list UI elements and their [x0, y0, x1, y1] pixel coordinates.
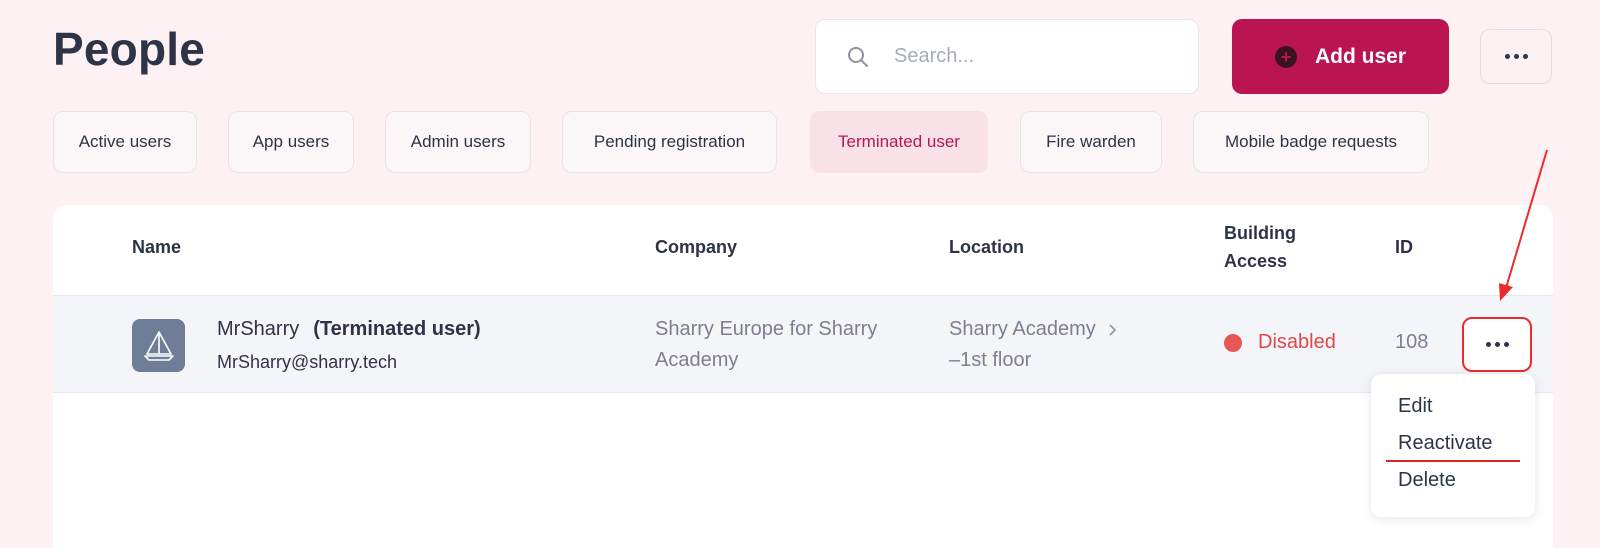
- search-box[interactable]: [815, 19, 1199, 94]
- tab-active-users[interactable]: Active users: [53, 111, 197, 173]
- user-status-tag: (Terminated user): [313, 318, 481, 340]
- company-line1: Sharry Europe for Sharry: [655, 318, 878, 340]
- menu-item-delete[interactable]: Delete: [1398, 469, 1456, 492]
- tab-pending-registration[interactable]: Pending registration: [562, 111, 777, 173]
- user-name-cell: MrSharry (Terminated user): [217, 318, 481, 341]
- table-row[interactable]: MrSharry (Terminated user) MrSharry@sharr…: [53, 295, 1553, 393]
- menu-item-reactivate[interactable]: Reactivate: [1398, 432, 1493, 455]
- more-options-button[interactable]: [1480, 29, 1552, 84]
- menu-item-edit[interactable]: Edit: [1398, 395, 1432, 418]
- company-line2: Academy: [655, 349, 739, 371]
- reactivate-highlight-underline: [1386, 460, 1520, 462]
- tab-admin-users[interactable]: Admin users: [385, 111, 531, 173]
- avatar: [132, 319, 185, 372]
- user-id: 108: [1395, 331, 1429, 353]
- column-header-building-access-line1: Building: [1224, 223, 1296, 243]
- tab-terminated-user[interactable]: Terminated user: [810, 111, 988, 173]
- status-badge: Disabled: [1224, 331, 1336, 354]
- page-title: People: [53, 23, 206, 75]
- chevron-right-icon: [1109, 324, 1117, 336]
- status-dot-icon: [1224, 333, 1242, 352]
- location-cell[interactable]: Sharry Academy –1st floor: [949, 314, 1149, 376]
- column-header-company[interactable]: Company: [655, 233, 737, 261]
- column-header-location[interactable]: Location: [949, 233, 1024, 261]
- row-actions-button[interactable]: [1462, 317, 1532, 372]
- search-input[interactable]: [894, 45, 1174, 68]
- filter-tabs: Active users App users Admin users Pendi…: [0, 111, 1600, 173]
- plus-circle-icon: +: [1274, 45, 1297, 68]
- tab-fire-warden[interactable]: Fire warden: [1020, 111, 1162, 173]
- column-header-building-access-line2: Access: [1224, 251, 1288, 271]
- company-cell: Sharry Europe for Sharry Academy: [655, 314, 915, 376]
- more-dots-icon: [1485, 342, 1509, 347]
- column-header-building-access[interactable]: Building Access: [1224, 219, 1296, 275]
- column-header-id[interactable]: ID: [1395, 233, 1413, 261]
- user-email: MrSharry@sharry.tech: [217, 352, 397, 372]
- tab-mobile-badge-requests[interactable]: Mobile badge requests: [1193, 111, 1429, 173]
- add-user-label: Add user: [1314, 44, 1406, 68]
- location-line2: –1st floor: [949, 349, 1032, 371]
- add-user-button[interactable]: + Add user: [1232, 19, 1449, 94]
- sailboat-icon: [143, 330, 174, 361]
- status-label: Disabled: [1258, 331, 1336, 353]
- more-dots-icon: [1504, 54, 1528, 59]
- location-line1-wrap: Sharry Academy: [949, 314, 1149, 345]
- column-header-name[interactable]: Name: [132, 233, 181, 261]
- tab-app-users[interactable]: App users: [228, 111, 354, 173]
- search-icon: [848, 46, 868, 67]
- row-actions-menu: Edit Reactivate Delete: [1371, 374, 1535, 517]
- users-table: Name Company Location Building Access ID…: [53, 205, 1553, 548]
- location-line1: Sharry Academy: [949, 318, 1096, 340]
- user-name: MrSharry: [217, 318, 300, 340]
